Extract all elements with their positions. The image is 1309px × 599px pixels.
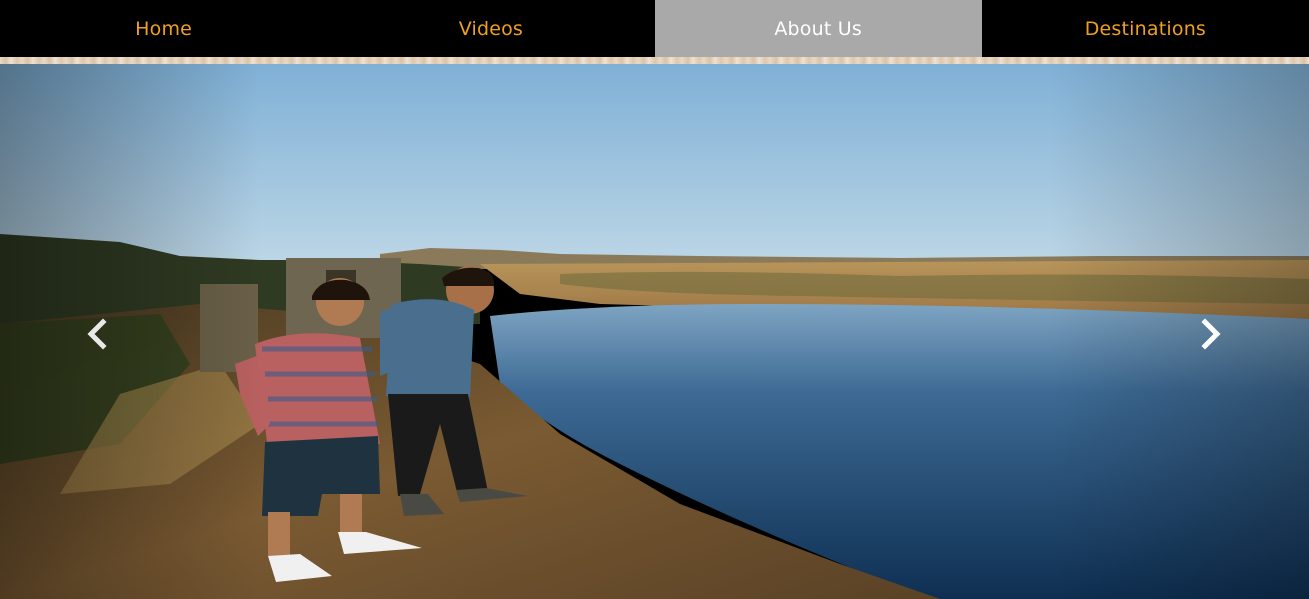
- top-navigation: Home Videos About Us Destinations: [0, 0, 1309, 57]
- carousel-prev-button[interactable]: [82, 314, 112, 354]
- decorative-strip: [0, 57, 1309, 64]
- carousel-slide-image: [0, 64, 1309, 599]
- nav-destinations[interactable]: Destinations: [982, 0, 1309, 57]
- nav-videos[interactable]: Videos: [327, 0, 654, 57]
- image-carousel: [0, 64, 1309, 599]
- chevron-left-icon: [87, 318, 107, 350]
- nav-about-us[interactable]: About Us: [654, 0, 982, 57]
- nav-home[interactable]: Home: [0, 0, 327, 57]
- chevron-right-icon: [1201, 318, 1221, 350]
- carousel-next-button[interactable]: [1196, 314, 1226, 354]
